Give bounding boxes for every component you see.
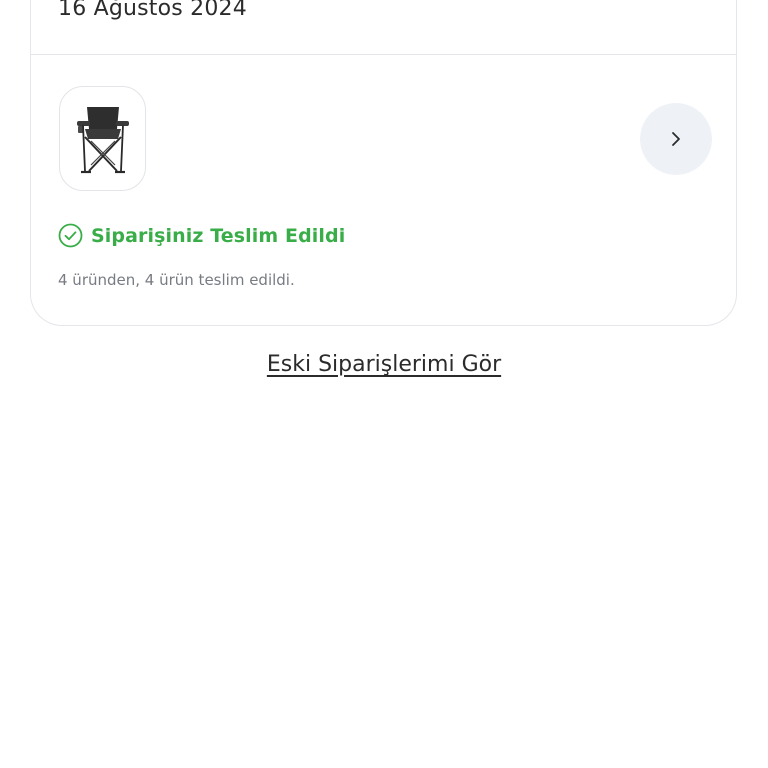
old-orders-link-container: Eski Siparişlerimi Gör xyxy=(0,352,768,377)
check-circle-icon xyxy=(58,223,83,248)
product-thumbnail[interactable] xyxy=(59,86,146,191)
order-detail-button[interactable] xyxy=(640,103,712,175)
folding-chair-image xyxy=(76,106,129,173)
chevron-right-icon xyxy=(672,132,680,146)
order-card[interactable]: 16 Ağustos 2024 Siparişiniz Teslim Edild… xyxy=(30,0,737,326)
orders-screen: 16 Ağustos 2024 Siparişiniz Teslim Edild… xyxy=(0,0,768,768)
order-date: 16 Ağustos 2024 xyxy=(58,0,247,21)
card-divider xyxy=(31,54,736,55)
old-orders-link[interactable]: Eski Siparişlerimi Gör xyxy=(267,352,501,377)
delivery-status-text: Siparişiniz Teslim Edildi xyxy=(91,224,346,247)
delivery-status: Siparişiniz Teslim Edildi xyxy=(58,223,345,248)
delivery-summary: 4 üründen, 4 ürün teslim edildi. xyxy=(58,271,295,289)
